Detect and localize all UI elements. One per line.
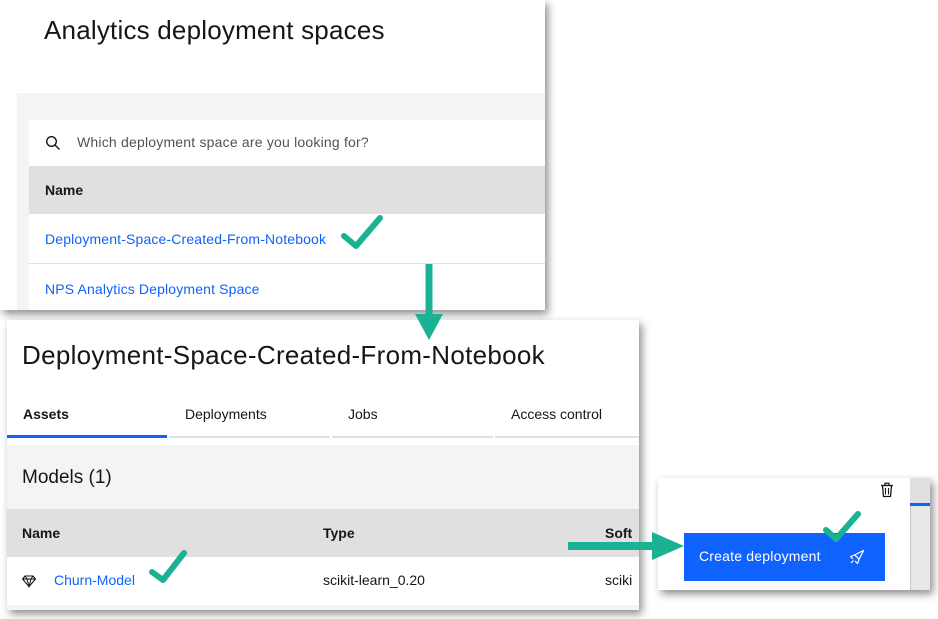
column-header-software[interactable]: Soft	[605, 525, 632, 541]
tab-label: Deployments	[185, 406, 267, 422]
tab-label: Jobs	[348, 406, 378, 422]
search-icon	[45, 135, 60, 150]
table-header: Name	[29, 166, 545, 214]
models-table-header: Name Type Soft	[7, 509, 639, 557]
space-link-nps[interactable]: NPS Analytics Deployment Space	[45, 281, 260, 297]
diamond-model-icon	[22, 575, 36, 588]
table-row[interactable]: Deployment-Space-Created-From-Notebook	[29, 214, 545, 264]
space-title: Deployment-Space-Created-From-Notebook	[22, 340, 545, 370]
column-header-type[interactable]: Type	[323, 525, 355, 541]
tab-assets[interactable]: Assets	[7, 398, 167, 438]
model-link-churn[interactable]: Churn-Model	[54, 572, 135, 588]
create-deployment-label: Create deployment	[699, 548, 821, 564]
table-row[interactable]: Churn-Model scikit-learn_0.20 sciki	[7, 557, 639, 605]
trash-icon[interactable]	[879, 482, 895, 498]
search-bar[interactable]: Which deployment space are you looking f…	[29, 120, 545, 166]
space-detail-panel: Deployment-Space-Created-From-Notebook A…	[7, 320, 639, 610]
toolbar-tab-strip	[910, 478, 930, 506]
tab-deployments[interactable]: Deployments	[169, 398, 330, 438]
space-link-notebook[interactable]: Deployment-Space-Created-From-Notebook	[45, 231, 326, 247]
model-type: scikit-learn_0.20	[323, 572, 425, 588]
model-software: sciki	[605, 572, 633, 588]
tab-access-control[interactable]: Access control	[495, 398, 639, 438]
column-header-name[interactable]: Name	[22, 525, 60, 541]
tab-bar: Assets Deployments Jobs Access control	[7, 398, 639, 438]
create-deployment-button[interactable]: Create deployment	[684, 533, 885, 581]
tab-label: Access control	[511, 406, 603, 422]
side-strip	[910, 506, 930, 590]
deployment-spaces-panel: Analytics deployment spaces Which deploy…	[0, 0, 545, 310]
tab-jobs[interactable]: Jobs	[332, 398, 493, 438]
models-section: Models (1) Name Type Soft Churn-Model sc…	[7, 445, 639, 610]
models-heading: Models (1)	[22, 467, 112, 488]
rocket-icon	[849, 549, 865, 565]
tab-label: Assets	[23, 406, 69, 422]
model-actions-panel: Create deployment	[658, 478, 930, 590]
table-row[interactable]: NPS Analytics Deployment Space	[29, 264, 545, 310]
column-header-name[interactable]: Name	[45, 182, 83, 198]
page-title: Analytics deployment spaces	[44, 15, 385, 45]
search-input[interactable]: Which deployment space are you looking f…	[77, 134, 369, 150]
